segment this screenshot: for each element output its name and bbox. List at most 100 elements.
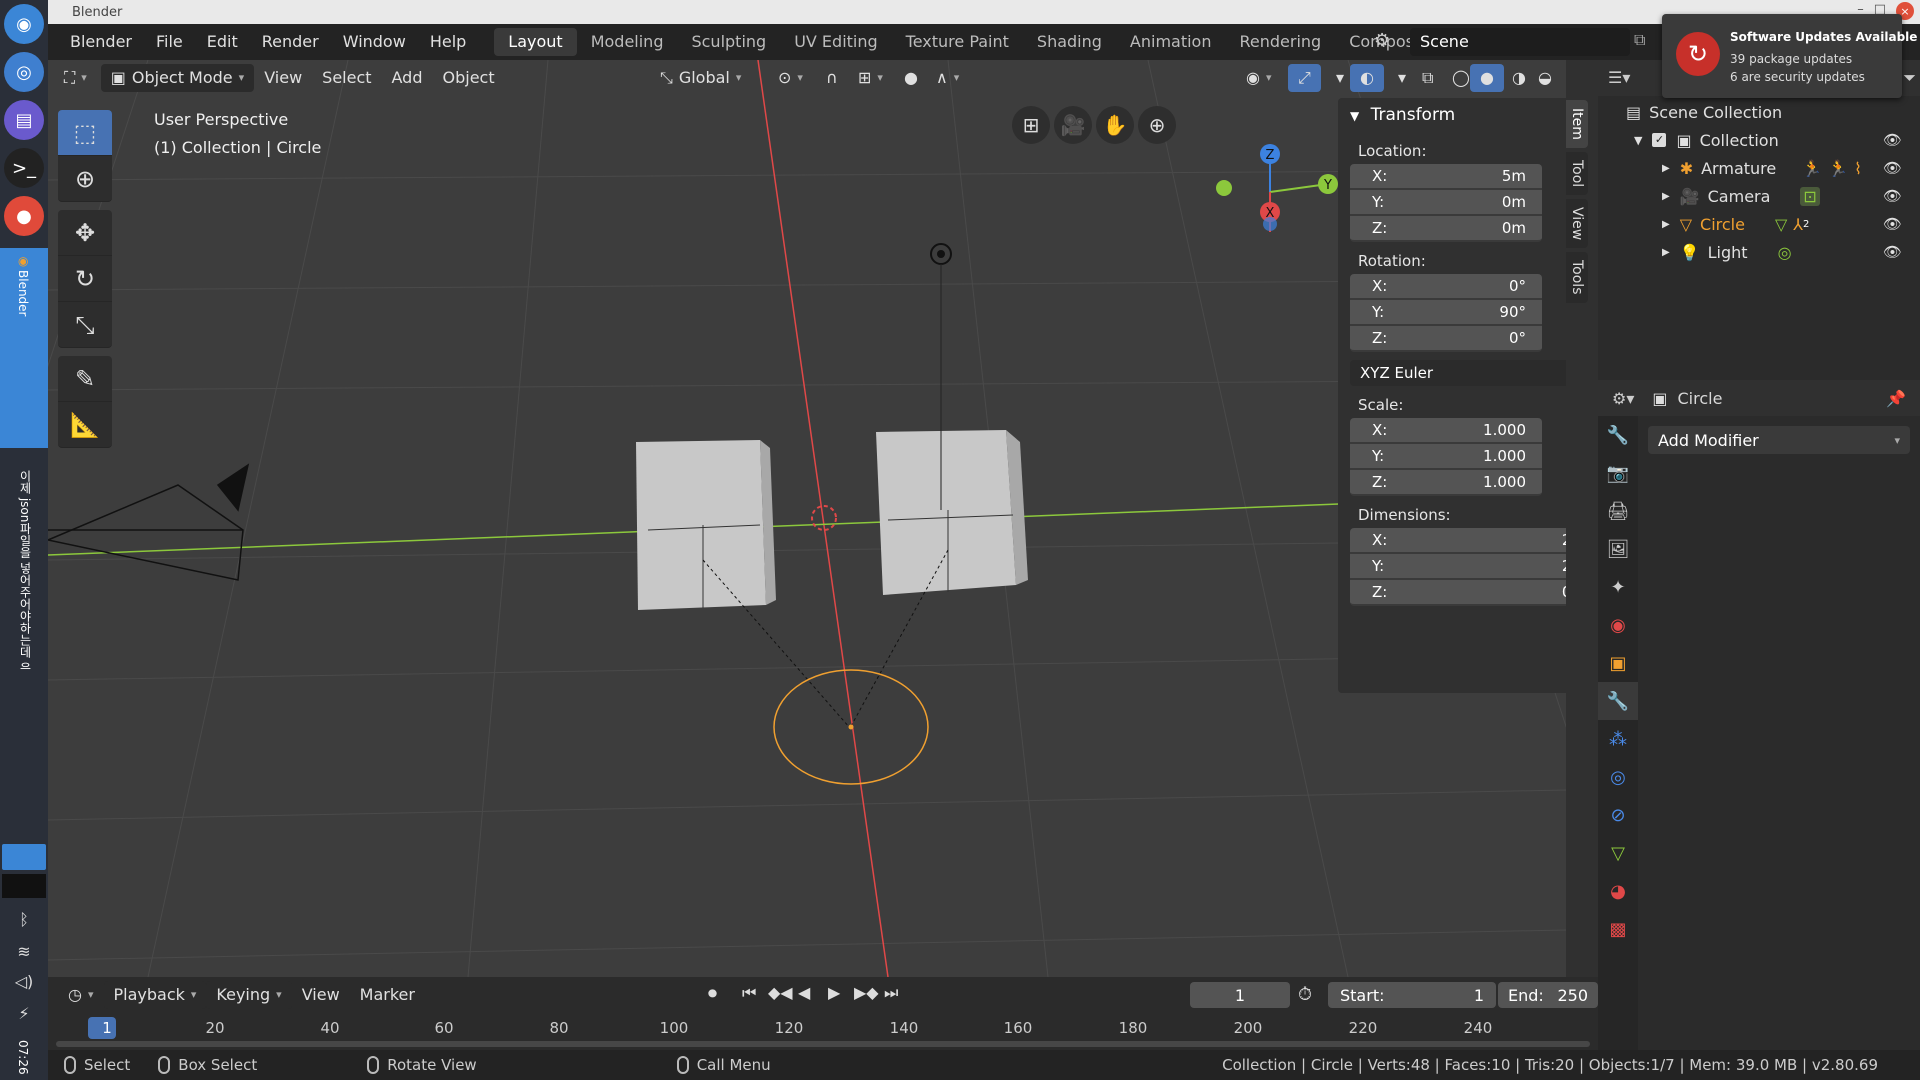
blender-dock-item[interactable]: ◉ Blender	[0, 248, 48, 448]
rotation-y-field[interactable]: Y:90°🔓	[1350, 300, 1542, 326]
end-frame-field[interactable]: End: 250	[1498, 982, 1598, 1008]
tab-rendering[interactable]: Rendering	[1225, 28, 1335, 56]
tab-shading[interactable]: Shading	[1023, 28, 1116, 56]
rotation-z-field[interactable]: Z:0°🔓	[1350, 326, 1542, 352]
snap-icon[interactable]: ∩	[816, 64, 848, 92]
cube-left[interactable]	[636, 440, 776, 610]
proportional-edit-icon[interactable]: ●	[894, 64, 928, 92]
view-menu[interactable]: View	[254, 64, 312, 92]
outliner-collection[interactable]: ▼ ✓ ▣ Collection 👁	[1598, 126, 1920, 154]
gizmo-neg-z-axis[interactable]	[1263, 217, 1277, 231]
tab-texture-paint[interactable]: Texture Paint	[892, 28, 1023, 56]
tab-layout[interactable]: Layout	[494, 28, 577, 56]
editor-type-icon[interactable]: ⚙▾	[1612, 389, 1634, 408]
location-z-field[interactable]: Z:0m🔓	[1350, 216, 1542, 242]
scene-selector-icon[interactable]: ⚙	[1374, 30, 1390, 51]
outliner-item-camera[interactable]: ▶ 🎥 Camera ⊡ 👁	[1598, 182, 1920, 210]
particles-icon[interactable]: ⁂	[1598, 720, 1638, 758]
output-properties-icon[interactable]: 🖨	[1598, 492, 1638, 530]
update-notification[interactable]: ↻ Software Updates Available 39 package …	[1662, 14, 1917, 98]
navigation-gizmo[interactable]: Z Y X	[1158, 112, 1338, 232]
tab-view[interactable]: View	[1566, 199, 1588, 249]
playback-menu[interactable]: Playback ▾	[103, 981, 207, 1009]
dimensions-y-field[interactable]: Y: 2m	[1350, 554, 1566, 580]
checkbox-icon[interactable]: ✓	[1652, 133, 1667, 147]
location-y-field[interactable]: Y:0m🔓	[1350, 190, 1542, 216]
cursor-tool[interactable]: ⊕	[58, 156, 112, 202]
pin-icon[interactable]: 📌	[1886, 389, 1906, 408]
scene-name-field[interactable]: Scene	[1410, 28, 1630, 56]
eye-icon[interactable]: 👁	[1883, 243, 1902, 261]
select-box-tool[interactable]: ⬚	[58, 110, 112, 156]
expand-icon[interactable]: ▶	[1662, 163, 1670, 174]
modifier-properties-icon[interactable]: 🔧	[1598, 682, 1638, 720]
tab-modeling[interactable]: Modeling	[577, 28, 678, 56]
3d-viewport[interactable]: ⛶ ▾ ▣ Object Mode ▾ View Select Add Objec…	[48, 60, 1566, 977]
transform-header[interactable]: ▼ Transform ⁝⁝	[1338, 98, 1566, 132]
start-frame-field[interactable]: Start: 1	[1328, 982, 1496, 1008]
tab-item[interactable]: Item	[1566, 100, 1588, 148]
expand-icon[interactable]: ▶	[1662, 247, 1670, 258]
texture-properties-icon[interactable]: ▩	[1598, 910, 1638, 948]
expand-icon[interactable]: ▶	[1662, 219, 1670, 230]
next-keyframe-icon[interactable]: ▶◆	[854, 983, 879, 1002]
rotation-mode-select[interactable]: XYZ Euler▾	[1350, 360, 1566, 386]
tab-tool[interactable]: Tool	[1566, 151, 1588, 196]
firefox-icon[interactable]: ◎	[4, 52, 44, 92]
scale-tool[interactable]: ⤡	[58, 302, 112, 348]
dimensions-x-field[interactable]: X: 2m	[1350, 528, 1566, 554]
xray-icon[interactable]: ⧉	[1412, 64, 1443, 92]
play-icon[interactable]: ▶	[828, 983, 840, 1002]
tab-animation[interactable]: Animation	[1116, 28, 1226, 56]
menu-file[interactable]: File	[144, 24, 195, 60]
material-properties-icon[interactable]: ◕	[1598, 872, 1638, 910]
tab-uv-editing[interactable]: UV Editing	[780, 28, 891, 56]
chrome-icon[interactable]: ●	[4, 196, 44, 236]
rendered-shading-icon[interactable]: ◒	[1528, 64, 1562, 92]
tool-properties-icon[interactable]: 🔧	[1598, 416, 1638, 454]
menu-help[interactable]: Help	[418, 24, 478, 60]
mode-selector[interactable]: ▣ Object Mode ▾	[100, 64, 255, 92]
rotation-x-field[interactable]: X:0°🔓	[1350, 274, 1542, 300]
add-menu[interactable]: Add	[382, 64, 433, 92]
display-mode-icon[interactable]: ☰▾	[1608, 68, 1630, 87]
gizmo-toggle-icon[interactable]: ⤢	[1288, 64, 1321, 92]
pan-hand-icon[interactable]: ✋	[1096, 106, 1134, 144]
expand-icon[interactable]: ▼	[1634, 134, 1642, 147]
battery-icon[interactable]: ⚡	[0, 1004, 48, 1023]
render-properties-icon[interactable]: 📷	[1598, 454, 1638, 492]
view-layer-icon[interactable]: 🖼	[1598, 530, 1638, 568]
timeline-scrollbar[interactable]	[56, 1041, 1590, 1047]
outliner-item-light[interactable]: ▶ 💡 Light ◎ 👁	[1598, 238, 1920, 266]
menu-edit[interactable]: Edit	[195, 24, 250, 60]
transform-orientation-selector[interactable]: ⤡ Global ▾	[650, 64, 751, 92]
outliner-item-circle[interactable]: ▶ ▽ Circle ▽ ⅄ 2 👁	[1598, 210, 1920, 238]
cube-right[interactable]	[876, 430, 1028, 595]
camera-view-icon[interactable]: 🎥	[1054, 106, 1092, 144]
expand-icon[interactable]: ▶	[1662, 191, 1670, 202]
menu-render[interactable]: Render	[250, 24, 331, 60]
menu-blender[interactable]: Blender	[48, 24, 144, 60]
filter-icon[interactable]: ⏷	[1903, 68, 1916, 88]
tab-tools[interactable]: Tools	[1566, 252, 1588, 303]
scale-y-field[interactable]: Y:1.000🔓	[1350, 444, 1542, 470]
select-menu[interactable]: Select	[312, 64, 381, 92]
object-properties-icon[interactable]: ▣	[1598, 644, 1638, 682]
dimensions-z-field[interactable]: Z: 0m	[1350, 580, 1566, 606]
rotate-tool[interactable]: ↻	[58, 256, 112, 302]
jump-start-icon[interactable]: ⏮	[742, 983, 756, 1003]
menu-window[interactable]: Window	[331, 24, 418, 60]
active-window-indicator[interactable]	[2, 844, 46, 870]
add-modifier-button[interactable]: Add Modifier ▾	[1648, 426, 1910, 454]
scene-properties-icon[interactable]: ✦	[1598, 568, 1638, 606]
scale-x-field[interactable]: X:1.000🔓	[1350, 418, 1542, 444]
world-properties-icon[interactable]: ◉	[1598, 606, 1638, 644]
terminal-icon[interactable]: >_	[4, 148, 44, 188]
volume-icon[interactable]: ◁)	[0, 972, 48, 991]
overlay-toggle-icon[interactable]: ◐	[1350, 64, 1384, 92]
pivot-point-button[interactable]: ⊙ ▾	[768, 64, 813, 92]
marker-menu[interactable]: Marker	[350, 981, 425, 1009]
object-menu[interactable]: Object	[433, 64, 505, 92]
eye-icon[interactable]: 👁	[1883, 215, 1902, 233]
falloff-icon[interactable]: ∧ ▾	[926, 64, 969, 92]
